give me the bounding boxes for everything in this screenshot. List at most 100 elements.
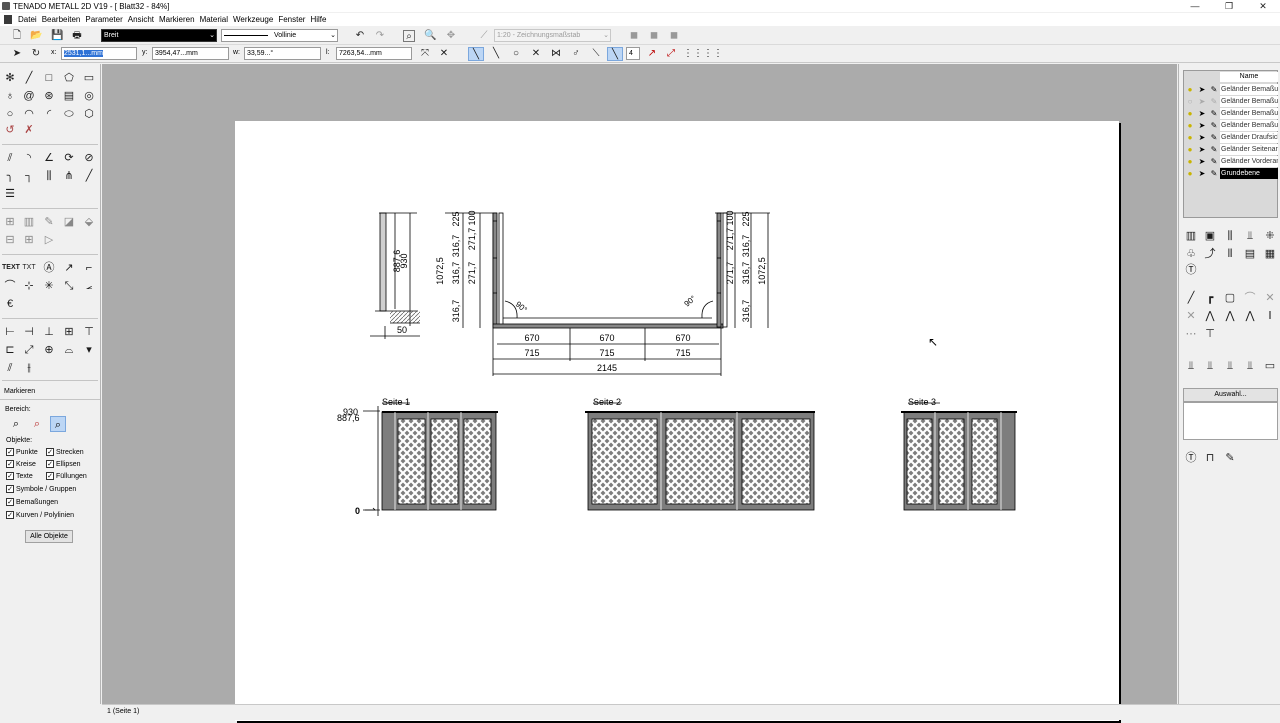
menu-hilfe[interactable]: Hilfe (310, 15, 331, 24)
bolt-icon[interactable]: ⊓ (1202, 450, 1218, 466)
rail-icon[interactable]: ⫫ (1202, 358, 1218, 374)
new-file-icon[interactable]: 🗋 (11, 30, 23, 42)
grating-tool-icon[interactable]: ⫴ (1222, 246, 1238, 262)
circle-tool-icon[interactable]: ○ (2, 106, 18, 122)
leader-tool-icon[interactable]: ↗ (61, 260, 77, 276)
panel-frame-icon[interactable]: ▭ (1262, 358, 1278, 374)
redo-icon[interactable]: ↷ (374, 30, 386, 42)
pencil-icon[interactable]: ✎ (1208, 145, 1220, 154)
mesh-tool-icon[interactable]: ▦ (1262, 246, 1278, 262)
hatch-lines-tool-icon[interactable]: ☰ (2, 186, 18, 202)
angle-line-tool-icon[interactable]: ∠ (41, 150, 57, 166)
chamfer-tool-icon[interactable]: ┐ (21, 168, 37, 184)
checkbox-texte[interactable]: ✓ Texte (6, 472, 33, 480)
profile-t-icon[interactable]: Ⓣ (1183, 262, 1199, 278)
triangle-tool-icon[interactable]: ▷ (41, 232, 57, 248)
menu-markieren[interactable]: Markieren (159, 15, 200, 24)
polygon-tool-icon[interactable]: ⬠ (61, 70, 77, 86)
select-rotate-icon[interactable]: ↻ (30, 48, 42, 60)
dim-chain-tool-icon[interactable]: ⊣ (21, 324, 37, 340)
pan-icon[interactable]: ✥ (445, 30, 457, 42)
bulb-icon[interactable]: ● (1184, 169, 1196, 178)
select-arrow-icon[interactable]: ➤ (11, 48, 23, 60)
select-polygon-icon[interactable]: ⌕ (50, 416, 66, 432)
menu-material[interactable]: Material (200, 15, 233, 24)
edit-profile-tool-icon[interactable]: ✎ (41, 214, 57, 230)
stairs-tool-icon[interactable]: ⊞ (21, 232, 37, 248)
post-tool-icon[interactable]: ⁜ (1262, 228, 1278, 244)
steps-tool-icon[interactable]: ⤴ (1202, 246, 1218, 262)
sheet-tool-icon[interactable]: ▤ (1242, 246, 1258, 262)
snap-line-icon[interactable]: ╲ (468, 47, 484, 61)
y-coordinate-input[interactable]: 3954,47...mm (152, 47, 229, 60)
scale-select[interactable]: 1:20 - Zeichnungsmaßstab ⌄ (494, 29, 611, 42)
bulb-icon[interactable]: ● (1184, 109, 1196, 118)
dim-radius-tool-icon[interactable]: ⌓ (61, 342, 77, 358)
point-tool-icon[interactable]: ✻ (2, 70, 18, 86)
snap-grid-step-icon[interactable]: ╲ (607, 47, 623, 61)
select-window-icon[interactable]: ⌕ (8, 416, 24, 432)
arc-3pt-tool-icon[interactable]: ◜ (41, 106, 57, 122)
cursor-icon[interactable]: ➤ (1196, 157, 1208, 166)
dim-angle-tool-icon[interactable]: ⦟ (81, 278, 97, 294)
snap-tangent-icon[interactable]: ♂ (568, 47, 584, 61)
grid-icon[interactable]: ⋮⋮ (683, 47, 703, 61)
checkbox-kurven[interactable]: ✓ Kurven / Polylinien (6, 511, 74, 519)
drawing-canvas[interactable]: 887,6 930 50 1072,5 316,7 225 316,7 271,… (235, 121, 1119, 721)
ungroup-icon[interactable]: ◼ (648, 30, 660, 42)
dim-break-tool-icon[interactable]: ⫲ (21, 360, 37, 376)
grid-profile-icon[interactable]: ⋯ (1183, 326, 1199, 342)
menu-werkzeuge[interactable]: Werkzeuge (233, 15, 278, 24)
bend-tool-icon[interactable]: ◪ (61, 214, 77, 230)
print-icon[interactable]: 🖶 (71, 30, 83, 42)
t-profile-icon[interactable]: ⊤ (1202, 326, 1218, 342)
menu-ansicht[interactable]: Ansicht (128, 15, 159, 24)
pencil-icon[interactable]: ✎ (1208, 169, 1220, 178)
text-frame-tool-icon[interactable]: ▤ (61, 88, 77, 104)
miter-right-icon[interactable]: ⋀ (1242, 308, 1258, 324)
scale-tool-icon[interactable]: ⟋ (478, 30, 490, 42)
dim-stair-tool-icon[interactable]: ⊥ (41, 324, 57, 340)
pencil-icon[interactable]: ✎ (1208, 133, 1220, 142)
auswahl-button[interactable]: Auswahl... (1183, 388, 1278, 402)
curve-tool-icon[interactable]: ⬡ (81, 106, 97, 122)
zoom-window-icon[interactable]: ⌕ (403, 30, 415, 42)
miter-left-icon[interactable]: ⋀ (1202, 308, 1218, 324)
line-type-select[interactable]: Vollinie ⌄ (221, 29, 338, 42)
dim-slope-tool-icon[interactable]: ⤢ (21, 342, 37, 358)
bars-tool-icon[interactable]: ⫼ (1222, 228, 1238, 244)
snap-perpendicular-icon[interactable]: ╲ (488, 47, 504, 61)
menu-datei[interactable]: Datei (18, 15, 42, 24)
pickets-icon[interactable]: ⫫ (1242, 358, 1258, 374)
cursor-icon[interactable]: ➤ (1196, 121, 1208, 130)
menu-bearbeiten[interactable]: Bearbeiten (42, 15, 86, 24)
layer-row-selected[interactable]: ● ➤ ✎ Grundebene (1184, 167, 1279, 179)
group-icon[interactable]: ◼ (628, 30, 640, 42)
checkbox-bemassungen[interactable]: ✓ Bemaßungen (6, 498, 58, 506)
bulb-icon[interactable]: ● (1184, 157, 1196, 166)
i-beam-icon[interactable]: Ⅰ (1262, 308, 1278, 324)
dim-frame-tool-icon[interactable]: ⊞ (61, 324, 77, 340)
cursor-icon[interactable]: ➤ (1196, 133, 1208, 142)
dim-circle-tool-icon[interactable]: ⊕ (41, 342, 57, 358)
dim-arc-tool-icon[interactable]: ⌒ (2, 278, 18, 294)
square-tube-icon[interactable]: ▢ (1222, 290, 1238, 306)
ce-mark-icon[interactable]: € (2, 296, 18, 312)
pen-icon[interactable]: ✎ (1222, 450, 1238, 466)
layer-row[interactable]: ●➤✎Geländer Vorderansicht (1184, 155, 1279, 167)
pen-width-select[interactable]: Breit ⌄ (101, 29, 217, 42)
round-tube-icon[interactable]: ⌒ (1242, 290, 1258, 306)
hatch-profile-icon[interactable]: ✕ (1183, 308, 1199, 324)
fillet-tool-icon[interactable]: ╮ (2, 168, 18, 184)
layer-row[interactable]: ●➤✎Geländer Bemaßung (1184, 83, 1279, 95)
x-coordinate-input[interactable]: 2531,1...mm (61, 47, 137, 60)
multi-line-tool-icon[interactable]: ⫼ (41, 168, 57, 184)
line-tool-icon[interactable]: ╱ (21, 70, 37, 86)
layer-row[interactable]: ○➤✎Geländer Bemaßung (1184, 95, 1279, 107)
tangent-tool-icon[interactable]: ⟳ (61, 150, 77, 166)
extend-tool-icon[interactable]: ╱ (81, 168, 97, 184)
pencil-icon[interactable]: ✎ (1208, 85, 1220, 94)
open-folder-icon[interactable]: 📂 (30, 30, 42, 42)
drawing-sheet[interactable]: 887,6 930 50 1072,5 316,7 225 316,7 271,… (235, 121, 1119, 721)
menu-parameter[interactable]: Parameter (85, 15, 127, 24)
